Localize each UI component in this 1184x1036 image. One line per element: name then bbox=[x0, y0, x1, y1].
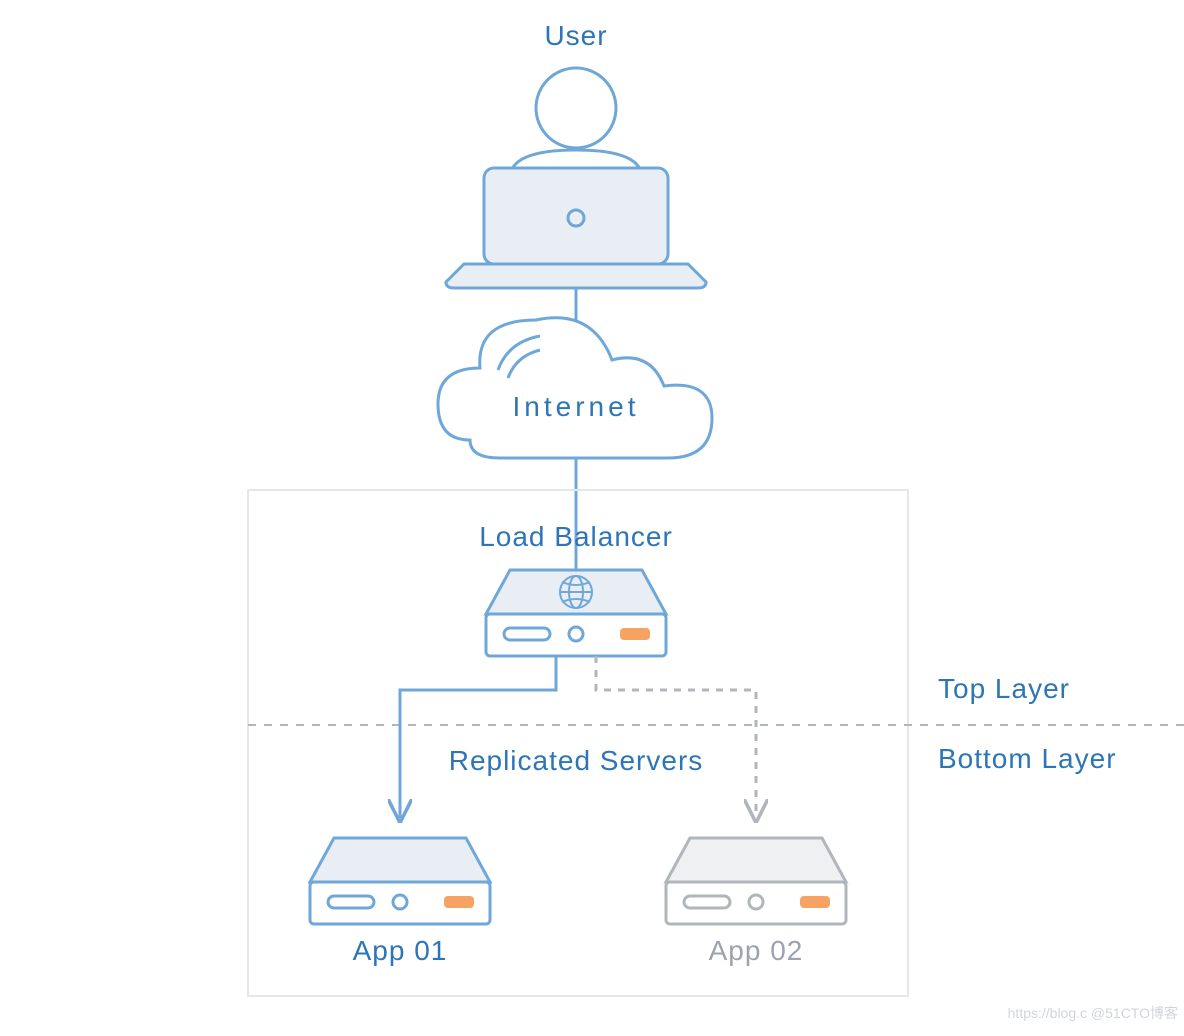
top-layer-label: Top Layer bbox=[938, 673, 1070, 704]
replicated-servers-label: Replicated Servers bbox=[449, 745, 704, 776]
user-icon bbox=[446, 68, 706, 288]
load-balancer-icon bbox=[486, 570, 666, 656]
app01-label: App 01 bbox=[353, 935, 448, 966]
internet-label: Internet bbox=[513, 391, 640, 422]
load-balancer-label: Load Balancer bbox=[479, 521, 673, 552]
connector-lb-app02 bbox=[596, 656, 756, 818]
user-label: User bbox=[544, 20, 607, 51]
connector-lb-app01 bbox=[400, 656, 556, 818]
app02-label: App 02 bbox=[709, 935, 804, 966]
app02-server-icon bbox=[666, 838, 846, 924]
watermark: https://blog.c @51CTO博客 bbox=[1008, 1005, 1178, 1021]
architecture-diagram: User Internet Top Layer Bottom Layer Loa… bbox=[0, 0, 1184, 1031]
cloud-icon bbox=[438, 318, 712, 458]
bottom-layer-label: Bottom Layer bbox=[938, 743, 1117, 774]
app01-server-icon bbox=[310, 838, 490, 924]
